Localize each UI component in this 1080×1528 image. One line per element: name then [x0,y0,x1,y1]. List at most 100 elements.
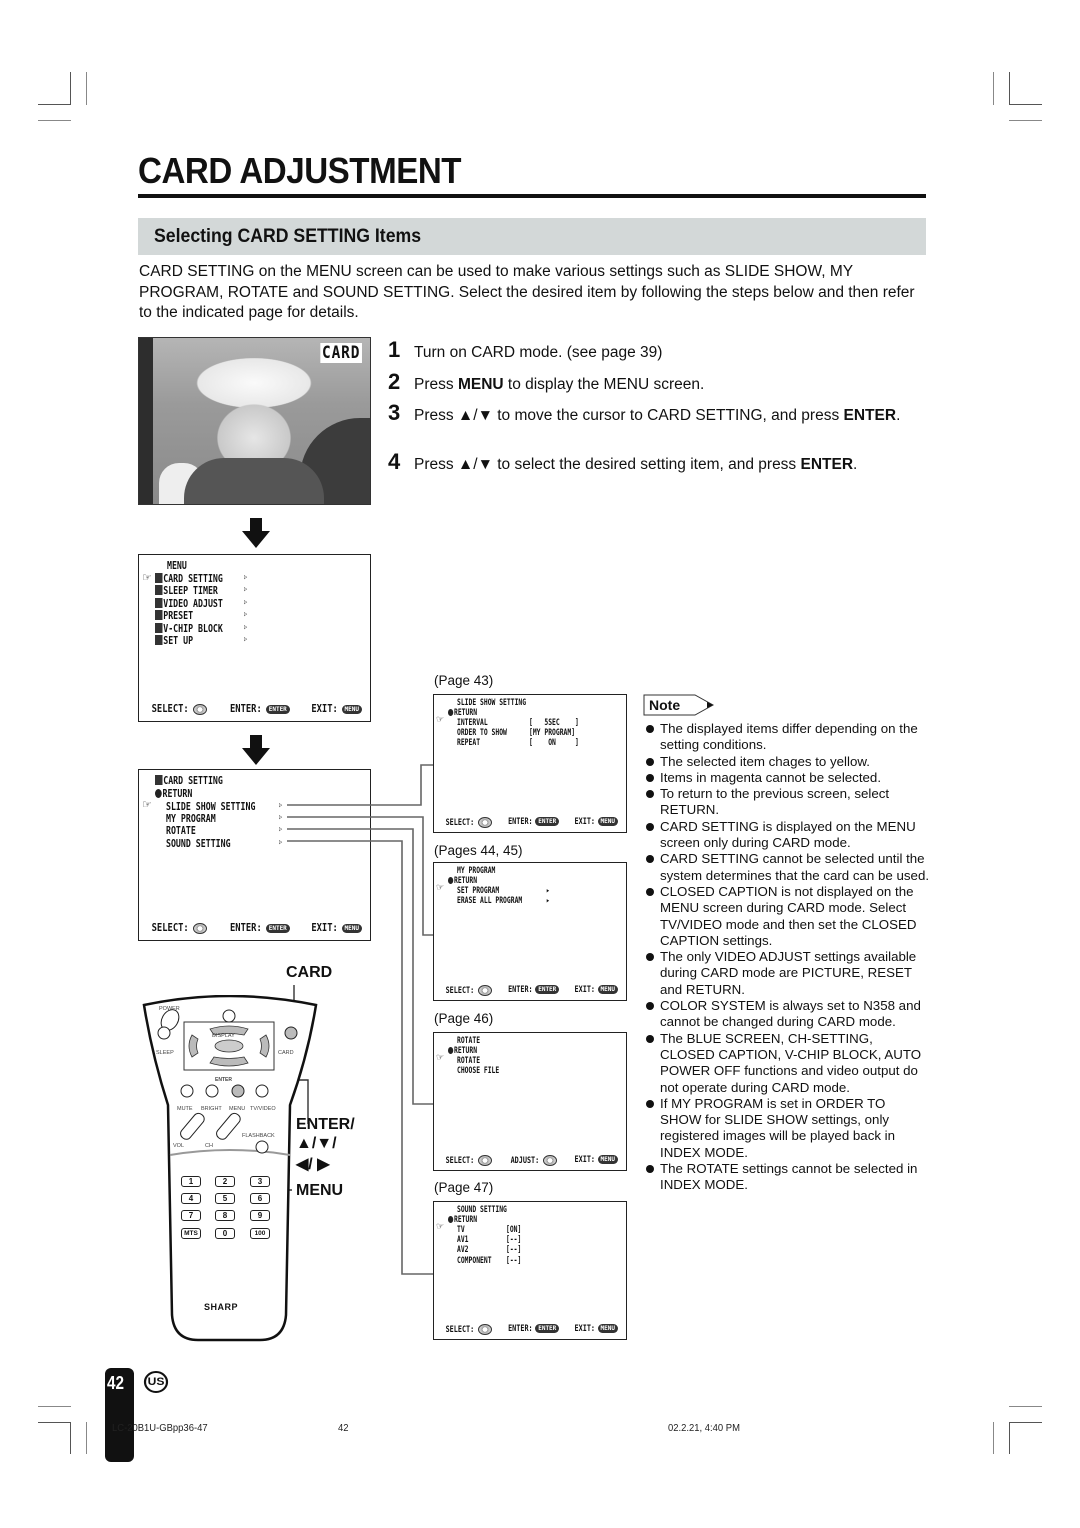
joystick-icon [542,1155,557,1166]
remote-control [142,995,318,1342]
setting-row-label[interactable]: COMPONENT [457,1256,492,1266]
remote-label-bright: BRIGHT [201,1106,222,1112]
note-item: The displayed items differ depending on … [645,721,930,754]
joystick-icon [477,985,492,996]
remote-key-1[interactable]: 1 [181,1176,201,1187]
setting-row-value: [ON] [506,1225,522,1235]
remote-key-mts[interactable]: MTS [181,1228,201,1239]
sub-screen-sound-setting: SOUND SETTING RETURN ☞ TV [ON] AV1 [--] AV2 [--]… [433,1201,627,1340]
page-reference: (Page 43) [434,673,494,688]
note-item: The only VIDEO ADJUST settings available… [645,949,930,998]
setting-row-value: ▸ [546,886,550,896]
menu-key-icon: MENU [597,817,618,826]
sub-screen-rotate: ROTATE RETURN ☞ ROTATE CHOOSE FILE SELECT: ADJ… [433,1032,627,1171]
remote-key-8[interactable]: 8 [215,1210,235,1221]
page-reference: (Pages 44, 45) [434,843,523,858]
remote-label-vol: VOL [173,1143,185,1149]
menu-key-icon: MENU [597,1324,618,1333]
return-icon [448,1216,454,1223]
remote-key-2[interactable]: 2 [215,1176,235,1187]
setting-row-label[interactable]: SET PROGRAM [457,886,499,896]
return-item[interactable]: RETURN [448,1215,477,1225]
setting-row-label[interactable]: AV1 [457,1235,469,1245]
setting-row-label[interactable]: REPEAT [457,738,480,748]
footer-print-date: 02.2.21, 4:40 PM [668,1422,740,1434]
note-item: The BLUE SCREEN, CH-SETTING, CLOSED CAPT… [645,1031,930,1096]
remote-label-power: POWER [159,1006,180,1012]
enter-key-icon: ENTER [535,1324,560,1333]
setting-row-label[interactable]: TV [457,1225,465,1235]
callout-enter-label: ENTER/ [296,1116,355,1133]
remote-label-flashback: FLASHBACK [242,1133,275,1139]
remote-label-card: CARD [278,1050,294,1056]
osd-footer: SELECT: ENTER: ENTER EXIT: MENU [442,985,618,996]
sub-screen-my-program: MY PROGRAM RETURN ☞ SET PROGRAM ▸ ERASE ALL P… [433,862,627,1001]
note-item: If MY PROGRAM is set in ORDER TO SHOW fo… [645,1096,930,1161]
setting-row-value: [MY PROGRAM] [529,728,576,739]
return-icon [448,709,454,716]
remote-key-4[interactable]: 4 [181,1193,201,1204]
brand-logo: SHARP [204,1302,239,1312]
page-reference: (Page 47) [434,1180,494,1195]
exit-label: EXIT: [574,985,595,995]
sub-screen-title: MY PROGRAM [457,866,496,876]
setting-row-value: [ 5SEC ] [529,718,579,728]
select-label: SELECT: [445,818,475,828]
return-item[interactable]: RETURN [448,708,477,718]
note-item: CARD SETTING is displayed on the MENU sc… [645,819,930,852]
remote-key-9[interactable]: 9 [250,1210,270,1221]
remote-key-6[interactable]: 6 [250,1193,270,1204]
callout-arrows-ud-label: ▲/▼/ [296,1135,337,1152]
setting-row-value: ▸ [546,896,550,907]
note-item: COLOR SYSTEM is always set to N358 and c… [645,998,930,1031]
enter-key-icon: ENTER [535,817,560,826]
select-label: SELECT: [445,986,475,996]
cursor-hand-icon: ☞ [436,1222,445,1232]
remote-label-tvvideo: TV/VIDEO [250,1106,276,1112]
sub-screen-slide-show-setting: SLIDE SHOW SETTING RETURN ☞ INTERVAL [ 5SEC … [433,694,627,833]
cursor-hand-icon: ☞ [436,1053,445,1063]
sub-screen-title: ROTATE [457,1036,481,1046]
note-item: The selected item chages to yellow. [645,754,930,770]
sub-screen-title: SLIDE SHOW SETTING [457,698,527,708]
cursor-hand-icon: ☞ [436,715,445,725]
setting-row-label[interactable]: ERASE ALL PROGRAM [457,896,522,906]
exit-label: EXIT: [574,817,595,827]
return-item[interactable]: RETURN [448,1046,477,1056]
remote-key-3[interactable]: 3 [250,1176,270,1187]
callout-card-label: CARD [286,964,333,981]
note-item: To return to the previous screen, select… [645,786,930,819]
select-label: SELECT: [445,1325,475,1335]
return-icon [448,877,454,884]
setting-row-value: [--] [506,1255,522,1266]
setting-row-label[interactable]: ROTATE [457,1056,480,1066]
callout-arrows-lr-label: ◀/ ▶ [296,1156,330,1173]
enter-label: ENTER: [507,985,533,995]
remote-key-7[interactable]: 7 [181,1210,201,1221]
joystick-icon [477,1324,492,1335]
remote-label-display: DISPLAY [212,1033,235,1039]
notes-list: The displayed items differ depending on … [645,721,930,1194]
note-item: The ROTATE settings cannot be selected i… [645,1161,930,1194]
setting-row-label[interactable]: INTERVAL [457,718,488,728]
connector-slide-show [287,764,434,806]
enter-label: ENTER: [507,1324,533,1334]
setting-row-label[interactable]: ORDER TO SHOW [457,728,507,738]
setting-row-label[interactable]: CHOOSE FILE [457,1066,499,1076]
setting-row-label[interactable]: AV2 [457,1245,469,1255]
osd-footer: SELECT: ENTER: ENTER EXIT: MENU [442,1324,618,1335]
remote-key-0[interactable]: 0 [215,1228,235,1239]
adjust-label: ADJUST: [510,1156,540,1166]
setting-row-value: [--] [506,1245,522,1256]
select-label: SELECT: [445,1156,475,1166]
return-item[interactable]: RETURN [448,876,477,886]
footer-print-page: 42 [338,1422,349,1434]
remote-enter-button[interactable]: ENTER [215,1077,232,1083]
remote-key-100[interactable]: 100 [250,1228,270,1239]
callout-menu-label: MENU [296,1182,344,1199]
remote-key-5[interactable]: 5 [215,1193,235,1204]
menu-key-icon: MENU [597,985,618,994]
menu-key-icon: MENU [597,1155,618,1164]
enter-label: ENTER: [507,817,533,827]
enter-key-icon: ENTER [535,985,560,994]
